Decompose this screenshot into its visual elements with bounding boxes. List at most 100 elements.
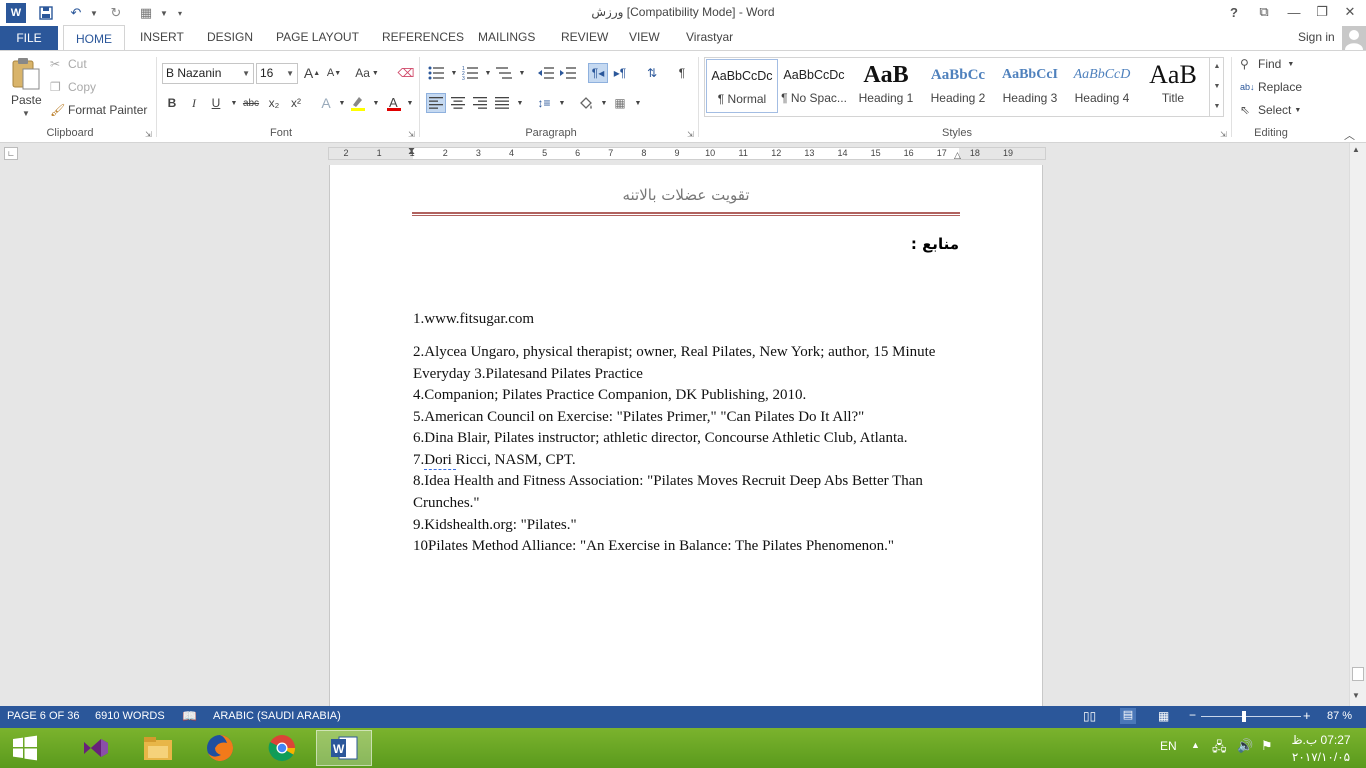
tab-references[interactable]: REFERENCES xyxy=(382,30,464,44)
chevron-down-icon[interactable]: ▼ xyxy=(242,64,250,83)
input-language[interactable]: EN xyxy=(1160,739,1177,753)
decrease-indent-icon[interactable] xyxy=(536,63,556,83)
find-button[interactable]: ⚲ Find ▼ xyxy=(1240,57,1294,71)
align-center-icon[interactable] xyxy=(448,93,468,113)
subscript-button[interactable]: x₂ xyxy=(264,93,284,113)
avatar[interactable] xyxy=(1342,26,1366,50)
tab-design[interactable]: DESIGN xyxy=(207,30,253,44)
cut-button[interactable]: ✂ Cut xyxy=(50,57,87,71)
style-no-spacing[interactable]: AaBbCcDc ¶ No Spac... xyxy=(778,59,850,113)
chevron-down-icon[interactable]: ▼ xyxy=(1294,107,1301,114)
tab-page-layout[interactable]: PAGE LAYOUT xyxy=(276,30,359,44)
style-heading-2[interactable]: AaBbCc Heading 2 xyxy=(922,59,994,113)
chevron-down-icon[interactable]: ▼ xyxy=(286,64,294,83)
strikethrough-button[interactable]: abc xyxy=(240,93,262,113)
justify-icon[interactable] xyxy=(492,93,512,113)
right-indent-marker-icon[interactable]: △ xyxy=(954,150,961,161)
language-indicator[interactable]: ARABIC (SAUDI ARABIA) xyxy=(213,710,341,722)
action-center-icon[interactable]: ⚑ xyxy=(1261,738,1273,754)
styles-launcher-icon[interactable]: ⇲ xyxy=(1220,130,1227,139)
scroll-thumb[interactable] xyxy=(1352,667,1364,681)
zoom-slider[interactable] xyxy=(1201,716,1301,717)
align-right-icon[interactable] xyxy=(470,93,490,113)
zoom-slider-thumb[interactable] xyxy=(1242,711,1246,722)
taskbar-visual-studio[interactable] xyxy=(68,730,124,766)
clock-date[interactable]: ۲۰۱۷/۱۰/۰۵ xyxy=(1288,750,1354,764)
tab-file[interactable]: FILE xyxy=(0,26,58,50)
network-icon[interactable]: 🖧 xyxy=(1212,738,1227,760)
tab-virastyar[interactable]: Virastyar xyxy=(686,30,733,44)
chevron-down-icon[interactable]: ▼ xyxy=(512,63,532,83)
clear-formatting-icon[interactable]: ⌫ xyxy=(396,63,416,83)
grow-font-button[interactable]: A ▲ xyxy=(302,63,322,83)
scroll-down-icon[interactable]: ▼ xyxy=(1352,691,1360,700)
paragraph-launcher-icon[interactable]: ⇲ xyxy=(687,130,694,139)
style-heading-1[interactable]: AaB Heading 1 xyxy=(850,59,922,113)
align-left-icon[interactable] xyxy=(426,93,446,113)
superscript-button[interactable]: x² xyxy=(286,93,306,113)
ltr-direction-button[interactable]: ▸¶ xyxy=(610,63,630,83)
sign-in-link[interactable]: Sign in xyxy=(1298,30,1335,44)
tab-mailings[interactable]: MAILINGS xyxy=(478,30,535,44)
styles-scroll[interactable]: ▲ ▼ ▼ xyxy=(1209,57,1224,117)
chevron-down-icon[interactable]: ▼ xyxy=(366,93,386,113)
taskbar-chrome[interactable] xyxy=(254,730,310,766)
borders-icon[interactable]: ▦ xyxy=(610,93,630,113)
zoom-in-icon[interactable]: + xyxy=(1303,708,1311,723)
highlight-icon[interactable] xyxy=(348,93,368,113)
tab-selector-icon[interactable]: ∟ xyxy=(4,147,18,160)
taskbar-firefox[interactable] xyxy=(192,730,248,766)
change-case-button[interactable]: Aa ▼ xyxy=(352,63,382,83)
zoom-level[interactable]: 87 % xyxy=(1327,710,1352,722)
style-heading-3[interactable]: AaBbCcI Heading 3 xyxy=(994,59,1066,113)
tab-review[interactable]: REVIEW xyxy=(561,30,608,44)
bullets-icon[interactable] xyxy=(426,63,446,83)
start-button[interactable] xyxy=(0,730,50,766)
style-normal[interactable]: AaBbCcDc ¶ Normal xyxy=(706,59,778,113)
proofing-icon[interactable]: 📖 xyxy=(182,709,197,723)
numbering-icon[interactable]: 123 xyxy=(460,63,480,83)
paste-dropdown-icon[interactable]: ▼ xyxy=(22,109,30,118)
font-size-field[interactable]: 16 ▼ xyxy=(256,63,298,84)
copy-button[interactable]: ❐ Copy xyxy=(50,80,96,94)
replace-button[interactable]: ab↓ Replace xyxy=(1240,80,1302,94)
paste-button[interactable]: Paste ▼ xyxy=(8,57,44,119)
help-icon[interactable]: ? xyxy=(1220,0,1248,24)
scroll-up-icon[interactable]: ▲ xyxy=(1352,145,1360,154)
style-heading-4[interactable]: AaBbCcD Heading 4 xyxy=(1066,59,1138,113)
chevron-down-icon[interactable]: ▼ xyxy=(628,93,648,113)
sort-icon[interactable]: ⇅ xyxy=(642,63,662,83)
select-button[interactable]: ⇖ Select ▼ xyxy=(1240,103,1301,117)
read-mode-icon[interactable]: ▯▯ xyxy=(1083,709,1096,723)
taskbar-file-explorer[interactable] xyxy=(130,730,186,766)
underline-button[interactable]: U xyxy=(206,93,226,113)
show-hidden-icons-icon[interactable]: ▲ xyxy=(1191,740,1200,750)
shrink-font-button[interactable]: A ▼ xyxy=(324,63,344,83)
multilevel-list-icon[interactable] xyxy=(494,63,514,83)
more-styles-icon[interactable]: ▼ xyxy=(1210,97,1224,117)
word-count[interactable]: 6910 WORDS xyxy=(95,710,165,722)
chevron-up-icon[interactable]: ▲ xyxy=(1210,57,1224,77)
print-layout-icon[interactable]: ▤ xyxy=(1120,708,1136,724)
chevron-down-icon[interactable]: ▼ xyxy=(1210,77,1224,97)
indent-marker-icon[interactable]: ⧗ xyxy=(408,146,415,157)
horizontal-ruler[interactable]: 2 1 1 2 3 4 5 6 7 8 9 10 11 12 13 14 15 16 17 18 19 ⧗ △ xyxy=(328,146,1046,161)
page-count[interactable]: PAGE 6 OF 36 xyxy=(7,710,80,722)
chevron-down-icon[interactable]: ▼ xyxy=(400,93,420,113)
chevron-down-icon[interactable]: ▼ xyxy=(552,93,572,113)
volume-icon[interactable]: 🔊 xyxy=(1237,738,1253,754)
clipboard-launcher-icon[interactable]: ⇲ xyxy=(145,130,152,139)
rtl-direction-button[interactable]: ¶◂ xyxy=(588,63,608,83)
show-hide-marks-button[interactable]: ¶ xyxy=(672,63,692,83)
format-painter-button[interactable]: 🖌 Format Painter xyxy=(50,103,147,117)
tab-home[interactable]: HOME xyxy=(63,25,125,51)
line-spacing-icon[interactable]: ↕≡ xyxy=(534,93,554,113)
restore-icon[interactable]: ❐ xyxy=(1308,0,1336,24)
increase-indent-icon[interactable] xyxy=(558,63,578,83)
italic-button[interactable]: I xyxy=(184,93,204,113)
style-title[interactable]: AaB Title xyxy=(1138,59,1208,113)
vertical-scrollbar[interactable]: ▲ ▼ xyxy=(1349,143,1366,706)
shading-icon[interactable] xyxy=(576,93,596,113)
chevron-down-icon[interactable]: ▼ xyxy=(510,93,530,113)
taskbar-word[interactable]: W xyxy=(316,730,372,766)
